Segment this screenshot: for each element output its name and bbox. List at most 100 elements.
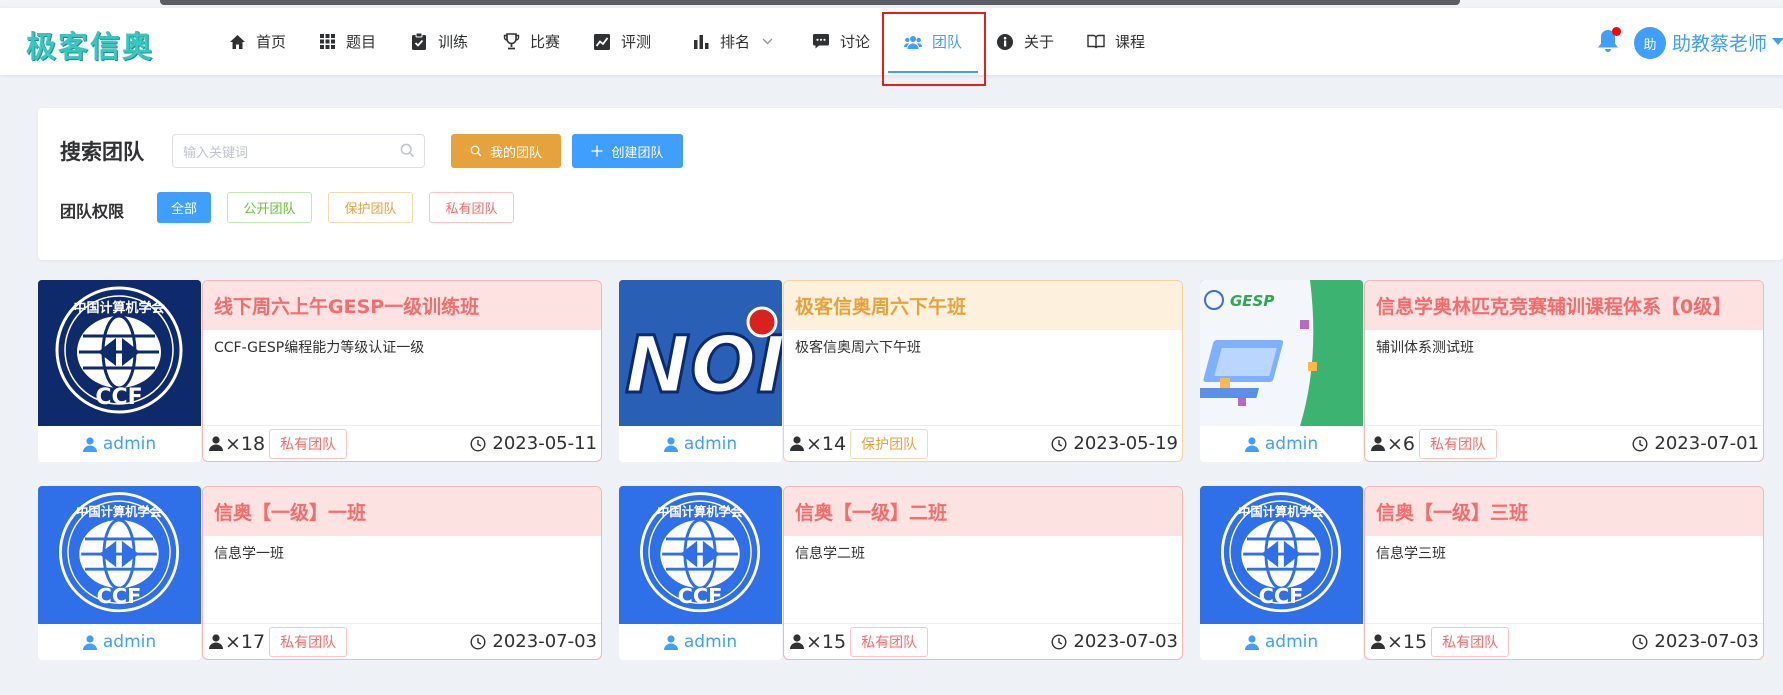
team-image-ccf-logo[interactable]: CCF 中国计算机学会 — [1200, 486, 1363, 624]
team-card[interactable]: 信奥【一级】三班 信息学三班 ×15 私有团队 2023-07-03 — [1364, 486, 1764, 660]
team-date: 2023-05-19 — [1051, 433, 1178, 454]
team-card[interactable]: 信息学奥林匹克竞赛辅训课程体系【0级】 辅训体系测试班 ×6 私有团队 2023-07-… — [1364, 280, 1764, 462]
filter-all[interactable]: 全部 — [157, 192, 211, 223]
svg-text:中国计算机学会: 中国计算机学会 — [1238, 504, 1325, 519]
team-type-badge: 私有团队 — [269, 626, 348, 657]
member-count-value: ×17 — [225, 630, 266, 653]
team-date: 2023-07-03 — [1051, 631, 1178, 652]
team-description: 信息学二班 — [795, 546, 865, 562]
team-card[interactable]: 极客信奥周六下午班 极客信奥周六下午班 ×14 保护团队 2023-05-19 — [783, 280, 1183, 462]
team-date: 2023-07-03 — [1632, 631, 1759, 652]
caret-down-icon[interactable] — [1772, 38, 1783, 45]
nav-discussion[interactable]: 讨论 — [812, 8, 870, 75]
team-name[interactable]: 线下周六上午GESP一级训练班 — [203, 281, 601, 330]
svg-text:CCF: CCF — [678, 584, 723, 608]
team-card[interactable]: 信奥【一级】二班 信息学二班 ×15 私有团队 2023-07-03 — [783, 486, 1183, 660]
member-count: ×15 — [1371, 631, 1427, 653]
nav-training-label: 训练 — [438, 33, 469, 51]
member-count-value: ×18 — [225, 432, 266, 455]
create-team-button[interactable]: 创建团队 — [572, 134, 683, 168]
my-team-button[interactable]: 我的团队 — [451, 134, 561, 168]
team-name[interactable]: 信奥【一级】二班 — [784, 487, 1182, 536]
team-owner[interactable]: admin — [38, 426, 201, 462]
team-footer: ×18 私有团队 2023-05-11 — [203, 425, 601, 461]
nav-training[interactable]: 训练 — [410, 8, 468, 75]
clock-icon — [1632, 633, 1648, 650]
user-icon — [1244, 436, 1259, 452]
team-date: 2023-07-01 — [1632, 433, 1759, 454]
filter-private[interactable]: 私有团队 — [429, 192, 514, 223]
search-icon — [470, 145, 482, 157]
nav-home[interactable]: 首页 — [228, 8, 286, 75]
search-icon[interactable] — [400, 143, 415, 162]
svg-text:中国计算机学会: 中国计算机学会 — [76, 504, 163, 519]
member-count: ×17 — [209, 631, 265, 653]
nav-ranking[interactable]: 排名 — [692, 8, 773, 75]
team-image-ccf-logo[interactable]: CCF 中国计算机学会 — [38, 280, 201, 426]
team-name[interactable]: 信息学奥林匹克竞赛辅训课程体系【0级】 — [1365, 281, 1763, 330]
team-type-badge: 私有团队 — [269, 428, 348, 459]
chat-icon — [812, 33, 830, 51]
team-name[interactable]: 极客信奥周六下午班 — [784, 281, 1182, 330]
nav-discussion-label: 讨论 — [840, 33, 871, 51]
team-type-badge: 保护团队 — [850, 428, 929, 459]
owner-name: admin — [102, 632, 157, 652]
search-placeholder: 输入关键词 — [183, 145, 249, 161]
chart-line-icon — [593, 33, 611, 51]
owner-name: admin — [683, 434, 738, 454]
svg-text:GESP: GESP — [1230, 292, 1274, 310]
member-count: ×14 — [790, 433, 846, 455]
filter-protected[interactable]: 保护团队 — [328, 192, 413, 223]
team-description: 信息学一班 — [214, 546, 284, 562]
site-logo[interactable]: 极客信奥 — [26, 22, 154, 66]
team-owner[interactable]: admin — [1200, 426, 1363, 462]
nav-problems[interactable]: 题目 — [318, 8, 376, 75]
filter-public[interactable]: 公开团队 — [227, 192, 312, 223]
nav-judge-label: 评测 — [621, 33, 652, 51]
clock-icon — [470, 633, 486, 650]
user-icon — [82, 634, 97, 650]
trophy-icon — [502, 33, 520, 51]
nav-home-label: 首页 — [256, 33, 287, 51]
team-owner[interactable]: admin — [619, 426, 782, 462]
member-count-value: ×14 — [806, 432, 847, 455]
team-description: 极客信奥周六下午班 — [795, 340, 921, 356]
permission-label: 团队权限 — [60, 202, 125, 221]
team-footer: ×15 私有团队 2023-07-03 — [1365, 623, 1763, 659]
team-footer: ×15 私有团队 2023-07-03 — [784, 623, 1182, 659]
nav-contests[interactable]: 比赛 — [502, 8, 560, 75]
team-date-value: 2023-05-19 — [1073, 433, 1178, 454]
team-image-ccf-logo[interactable]: CCF 中国计算机学会 — [38, 486, 201, 624]
clock-icon — [1051, 633, 1067, 650]
team-card[interactable]: 线下周六上午GESP一级训练班 CCF-GESP编程能力等级认证一级 ×18 私有团队… — [202, 280, 602, 462]
team-name[interactable]: 信奥【一级】一班 — [203, 487, 601, 536]
member-count-value: ×6 — [1387, 432, 1416, 455]
clock-icon — [1051, 435, 1067, 452]
user-icon — [1371, 634, 1385, 649]
active-tab-highlight — [882, 12, 986, 86]
team-owner[interactable]: admin — [619, 624, 782, 660]
team-image-ccf-logo[interactable]: CCF 中国计算机学会 — [619, 486, 782, 624]
nav-courses[interactable]: 课程 — [1087, 8, 1145, 75]
nav-about[interactable]: 关于 — [996, 8, 1054, 75]
svg-text:中国计算机学会: 中国计算机学会 — [657, 504, 744, 519]
team-footer: ×14 保护团队 2023-05-19 — [784, 425, 1182, 461]
team-type-badge: 私有团队 — [850, 626, 929, 657]
svg-text:CCF: CCF — [1259, 584, 1304, 608]
team-date-value: 2023-07-03 — [1073, 631, 1178, 652]
team-date: 2023-07-03 — [470, 631, 597, 652]
svg-text:CCF: CCF — [95, 385, 142, 410]
owner-name: admin — [1264, 434, 1319, 454]
team-owner[interactable]: admin — [1200, 624, 1363, 660]
search-input[interactable]: 输入关键词 — [172, 134, 425, 168]
team-image-noi-logo[interactable]: NOI — [619, 280, 782, 426]
clipboard-icon — [410, 33, 428, 51]
team-card[interactable]: 信奥【一级】一班信息学一班 ×17 私有团队 2023-07-03 — [202, 486, 602, 660]
nav-judge[interactable]: 评测 — [593, 8, 651, 75]
team-name[interactable]: 信奥【一级】三班 — [1365, 487, 1763, 536]
username[interactable]: 助教蔡老师 — [1672, 29, 1767, 56]
team-image-gesp-banner[interactable]: GESP — [1200, 280, 1363, 426]
notification-dot — [1612, 27, 1621, 36]
avatar[interactable]: 助 — [1634, 27, 1666, 59]
team-owner[interactable]: admin — [38, 624, 201, 660]
